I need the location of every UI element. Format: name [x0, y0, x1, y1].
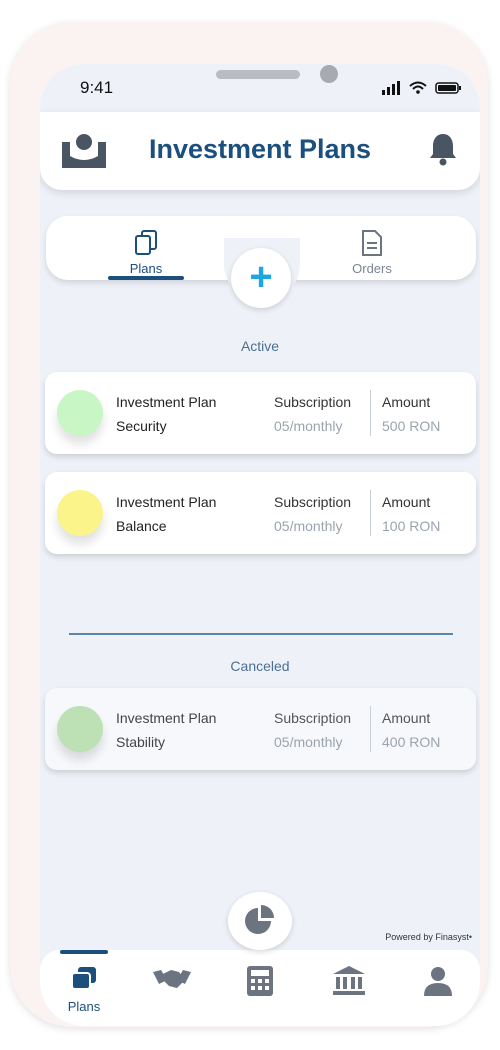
app-header: Investment Plans: [40, 112, 480, 190]
portfolio-chart-button[interactable]: [228, 892, 292, 950]
battery-icon: [435, 82, 461, 94]
powered-by-text: Powered by Finasyst•: [385, 932, 472, 942]
add-plan-button[interactable]: +: [231, 248, 291, 308]
plan-card-balance[interactable]: Investment Plan Balance Subscription 05/…: [45, 472, 476, 554]
handshake-icon: [153, 970, 191, 988]
subscription-value: 05/monthly: [274, 734, 343, 750]
subscription-label: Subscription: [274, 494, 352, 510]
card-divider: [370, 390, 371, 436]
documents-icon: [135, 230, 157, 255]
powered-by-label: Powered by Finasyst: [385, 932, 469, 942]
amount-label: Amount: [382, 494, 431, 510]
plan-name-line2: Balance: [116, 518, 167, 534]
plan-card-stability[interactable]: Investment Plan Stability Subscription 0…: [45, 688, 476, 770]
card-divider: [370, 490, 371, 536]
user-icon: [424, 967, 452, 996]
plan-name-line2: Security: [116, 418, 167, 434]
tab-label: Orders: [352, 261, 392, 276]
tab-orders[interactable]: Orders: [322, 230, 422, 276]
app-screen: 9:41 Investment Plans Plans Orders + Act…: [40, 64, 480, 1026]
status-icons: [382, 81, 461, 95]
nav-item-calculator[interactable]: [230, 966, 290, 1016]
nav-item-bank[interactable]: [319, 966, 379, 1016]
plan-color-dot: [57, 390, 103, 436]
plan-card-security[interactable]: Investment Plan Security Subscription 05…: [45, 372, 476, 454]
plan-color-dot: [57, 490, 103, 536]
amount-value: 400 RON: [382, 734, 441, 750]
front-camera: [320, 65, 338, 83]
section-label-active: Active: [240, 338, 280, 354]
plans-icon: [71, 967, 96, 990]
plan-name-line1: Investment Plan: [116, 710, 217, 726]
bell-icon[interactable]: [428, 132, 458, 166]
amount-value: 500 RON: [382, 418, 441, 434]
document-icon: [362, 230, 382, 256]
signal-icon: [382, 81, 400, 95]
plan-name-line2: Stability: [116, 734, 166, 750]
nav-item-partners[interactable]: [142, 966, 202, 1016]
subscription-label: Subscription: [274, 394, 352, 410]
nav-item-profile[interactable]: [408, 966, 468, 1016]
amount-label: Amount: [382, 394, 431, 410]
tab-active-underline: [108, 276, 184, 280]
status-time: 9:41: [80, 78, 114, 97]
pie-chart-icon: [245, 905, 274, 934]
plan-name-line1: Investment Plan: [116, 494, 217, 510]
speaker-grille: [216, 70, 300, 79]
wifi-icon: [409, 81, 427, 94]
tab-plans[interactable]: Plans: [96, 230, 196, 276]
page-title: Investment Plans: [148, 134, 372, 164]
section-label-canceled: Canceled: [230, 658, 290, 674]
amount-value: 100 RON: [382, 518, 441, 534]
plan-name-line1: Investment Plan: [116, 394, 217, 410]
nav-active-indicator: [60, 950, 108, 954]
nav-item-plans[interactable]: Plans: [54, 966, 114, 1016]
subscription-value: 05/monthly: [274, 518, 343, 534]
phone-frame: 9:41 Investment Plans Plans Orders + Act…: [10, 22, 488, 1027]
status-bar: 9:41: [40, 64, 480, 114]
subscription-value: 05/monthly: [274, 418, 343, 434]
subscription-label: Subscription: [274, 710, 352, 726]
tab-label: Plans: [129, 261, 163, 276]
card-divider: [370, 706, 371, 752]
bank-icon: [333, 966, 365, 995]
calculator-icon: [247, 966, 273, 996]
bottom-navigation: Plans: [40, 950, 480, 1026]
nav-label: Plans: [67, 999, 101, 1014]
plan-color-dot: [57, 706, 103, 752]
section-divider: [69, 633, 453, 635]
amount-label: Amount: [382, 710, 431, 726]
